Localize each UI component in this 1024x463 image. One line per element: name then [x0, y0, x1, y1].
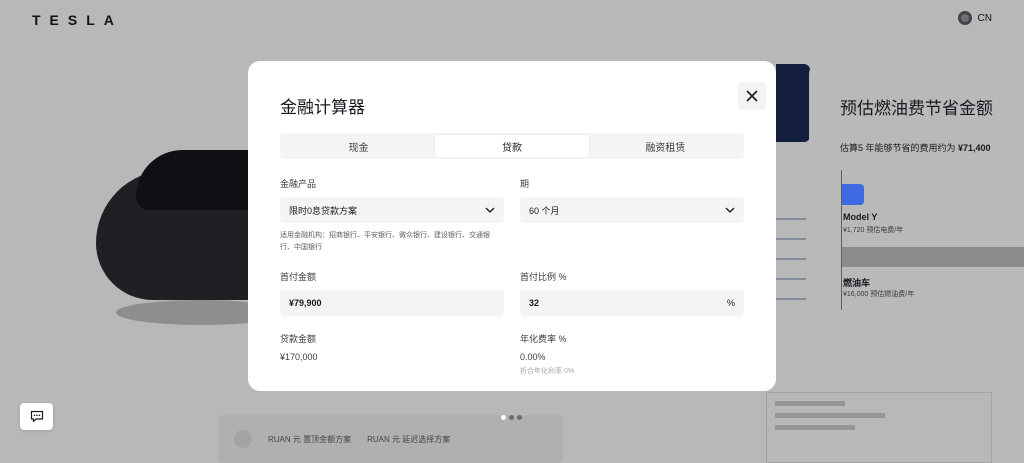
annual-rate-value: 0.00% — [520, 352, 546, 362]
finance-product-select[interactable]: 限时0息贷款方案 — [280, 197, 504, 223]
chevron-down-icon — [485, 207, 495, 213]
term-field: 期 60 个月 — [520, 177, 744, 223]
finance-product-field: 金融产品 限时0息贷款方案 适用金融机构：招商银行、平安银行、微众银行、建设银行… — [280, 177, 504, 254]
down-payment-value: ¥79,900 — [289, 298, 322, 308]
finance-product-label: 金融产品 — [280, 179, 317, 189]
model-y-cost-bar — [842, 184, 864, 205]
down-payment-label: 首付金额 — [280, 272, 317, 282]
term-select[interactable]: 60 个月 — [520, 197, 744, 223]
savings-description: 估算5 年能够节省的费用约为 ¥71,400 — [840, 141, 1024, 154]
payment-type-tabs: 现金 贷款 融资租赁 — [280, 133, 744, 159]
loan-amount-value: ¥170,000 — [280, 352, 318, 362]
fuel-savings-panel: 预估燃油费节省金额 估算5 年能够节省的费用约为 ¥71,400 Model Y… — [809, 62, 1024, 391]
term-label: 期 — [520, 179, 530, 189]
carousel-dot[interactable] — [501, 415, 506, 420]
close-icon — [746, 90, 758, 102]
gas-car-label: 燃油车 — [843, 278, 871, 288]
down-payment-ratio-value: 32 — [529, 298, 540, 308]
carousel-dot[interactable] — [517, 415, 522, 420]
modal-title: 金融计算器 — [280, 98, 365, 117]
finance-institutions-note: 适用金融机构：招商银行、平安银行、微众银行、建设银行、交通银行、中国银行 — [280, 232, 490, 251]
savings-description-text: 估算5 年能够节省的费用约为 — [840, 143, 956, 153]
annual-rate-note: 折合年化利率 0% — [520, 368, 575, 375]
chat-button[interactable] — [20, 403, 53, 430]
tab-loan[interactable]: 贷款 — [435, 135, 589, 157]
percent-suffix: % — [726, 298, 735, 308]
savings-title: 预估燃油费节省金额 — [840, 99, 993, 118]
carousel-dot[interactable] — [509, 415, 514, 420]
annual-rate-field: 年化费率 % 0.00% 折合年化利率 0% — [520, 332, 744, 376]
chat-icon — [30, 410, 43, 423]
loan-amount-label: 贷款金额 — [280, 334, 317, 344]
down-payment-ratio-field: 首付比例 % 32 % — [520, 270, 744, 316]
down-payment-field: 首付金额 ¥79,900 — [280, 270, 504, 316]
savings-amount: ¥71,400 — [958, 143, 991, 153]
term-value: 60 个月 — [529, 205, 560, 216]
chevron-down-icon — [725, 207, 735, 213]
finance-calculator-modal: 金融计算器 现金 贷款 融资租赁 金融产品 限时0息贷款方案 适用金融机构：招商… — [248, 61, 776, 391]
tab-cash[interactable]: 现金 — [282, 135, 435, 157]
close-button[interactable] — [738, 82, 766, 110]
down-payment-ratio-label: 首付比例 % — [520, 272, 567, 282]
annual-rate-label: 年化费率 % — [520, 334, 567, 344]
gas-car-cost-bar — [842, 247, 1024, 267]
finance-product-value: 限时0息贷款方案 — [289, 205, 358, 216]
loan-amount-field: 贷款金额 ¥170,000 — [280, 332, 504, 362]
down-payment-input[interactable]: ¥79,900 — [280, 290, 504, 316]
model-y-label: Model Y — [843, 212, 878, 222]
model-y-cost: ¥1,720 预估电费/年 — [843, 227, 904, 234]
gas-car-cost: ¥16,000 预估燃油费/年 — [843, 291, 915, 298]
down-payment-ratio-input[interactable]: 32 % — [520, 290, 744, 316]
carousel-dots — [501, 415, 522, 420]
tab-lease[interactable]: 融资租赁 — [589, 135, 742, 157]
